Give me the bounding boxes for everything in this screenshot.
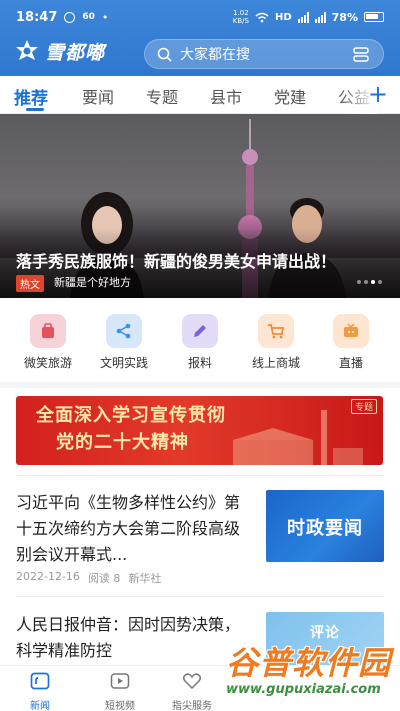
quick-entry-grid: 微笑旅游 文明实践 报料 线上商城 直播 (0, 298, 400, 382)
nav-label: 短视频 (105, 701, 135, 711)
news-source: 新华社 (128, 572, 162, 585)
app-name: 雪都嘟 (45, 42, 106, 64)
promo-text: 全面深入学习宣传贯彻 党的二十大精神 (36, 402, 226, 456)
quick-entry-mall[interactable]: 线上商城 (241, 314, 311, 371)
list-divider (16, 475, 384, 476)
section-divider (0, 382, 400, 388)
share-icon (106, 314, 142, 348)
news-title[interactable]: 人民日报仲音：因时因势决策，科学精准防控 (16, 612, 252, 664)
watermark-url: www.gupuxiazai.com (226, 682, 381, 697)
quick-entry-label: 直播 (338, 356, 363, 370)
tab-counties[interactable]: 县市 (210, 84, 242, 108)
promo-line-2: 党的二十大精神 (56, 432, 189, 453)
banner-title[interactable]: 落手秀民族服饰！新疆的俊男美女申请出战！ (16, 248, 336, 272)
dot-icon: • (101, 10, 109, 24)
battery-text: 78% (331, 10, 358, 24)
banner-subtitle: 新疆是个好地方 (54, 276, 131, 289)
tab-topics[interactable]: 专题 (146, 84, 178, 108)
news-reads: 阅读 8 (87, 572, 121, 585)
luggage-icon (30, 314, 66, 348)
news-title[interactable]: 习近平向《生物多样性公约》第十五次缔约方大会第二阶段高级别会议开幕式... (16, 490, 252, 568)
speed-value: 1.02 (233, 9, 249, 17)
nav-news[interactable]: 新闻 (10, 672, 70, 711)
nav-services[interactable]: 指尖服务 (162, 672, 222, 711)
wifi-icon (255, 12, 269, 22)
news-icon (30, 672, 50, 690)
quick-entry-live[interactable]: 直播 (316, 314, 386, 371)
search-placeholder: 大家都在搜 (180, 47, 250, 63)
tv-icon (333, 314, 369, 348)
watermark-text: 谷普软件园 (226, 644, 392, 682)
tab-headlines[interactable]: 要闻 (82, 84, 114, 108)
signal-2-icon (314, 11, 326, 23)
cart-icon (258, 314, 294, 348)
video-icon (110, 673, 130, 689)
status-bar: 18:47 60 • 1.02 KB/S HD 78% (0, 0, 400, 34)
heart-icon (182, 673, 202, 690)
news-item[interactable]: 习近平向《生物多样性公约》第十五次缔约方大会第二阶段高级别会议开幕式... 20… (16, 490, 384, 586)
promo-banner[interactable]: 全面深入学习宣传贯彻 党的二十大精神 专题 (16, 396, 383, 465)
search-bar[interactable]: 大家都在搜 (144, 39, 384, 69)
quick-entry-travel[interactable]: 微笑旅游 (13, 314, 83, 371)
promo-line-1: 全面深入学习宣传贯彻 (36, 405, 226, 426)
hot-tag: 热文 (16, 275, 44, 292)
nav-short-video[interactable]: 短视频 (90, 672, 150, 711)
pen-icon (182, 314, 218, 348)
news-thumbnail[interactable]: 时政要闻 (266, 490, 384, 562)
hero-banner[interactable]: 落手秀民族服饰！新疆的俊男美女申请出战！ 热文 新疆是个好地方 (0, 114, 400, 298)
active-tab-indicator (26, 108, 44, 111)
quick-entry-label: 报料 (187, 356, 212, 370)
quick-entry-civilization[interactable]: 文明实践 (89, 314, 159, 371)
tab-recommend[interactable]: 推荐 (14, 84, 48, 109)
hd-badge-icon: 60 (82, 12, 95, 22)
tab-party[interactable]: 党建 (274, 84, 306, 108)
battery-icon (364, 12, 384, 22)
snowflake-logo-icon (16, 39, 38, 60)
great-hall-icon (233, 410, 363, 465)
carousel-dots (357, 280, 382, 284)
quick-entry-label: 微笑旅游 (23, 356, 72, 370)
nav-label: 指尖服务 (172, 701, 212, 711)
app-header: 雪都嘟 大家都在搜 (0, 38, 400, 70)
alarm-icon (64, 11, 76, 23)
hd-label: HD (274, 11, 292, 23)
quick-entry-label: 文明实践 (99, 356, 148, 370)
scan-icon[interactable] (353, 47, 369, 62)
thumb-title: 时政要闻 (287, 518, 363, 539)
plus-icon[interactable]: + (368, 81, 388, 107)
list-divider (16, 596, 384, 597)
top-bar: 18:47 60 • 1.02 KB/S HD 78% 雪都嘟 大家都在搜 (0, 0, 400, 76)
signal-icon (297, 11, 309, 23)
quick-entry-label: 线上商城 (251, 356, 300, 370)
promo-tag: 专题 (350, 399, 377, 414)
news-date: 2022-12-16 (16, 570, 80, 583)
app-logo[interactable]: 雪都嘟 (14, 38, 105, 65)
quick-entry-report[interactable]: 报料 (165, 314, 235, 371)
site-watermark: 谷普软件园 www.gupuxiazai.com (222, 638, 398, 710)
news-meta: 2022-12-16 阅读 8 新华社 (16, 570, 161, 586)
channel-tabs: 推荐 要闻 专题 县市 党建 公益 + (0, 76, 400, 114)
network-speed: 1.02 KB/S (233, 9, 249, 25)
nav-label: 新闻 (30, 701, 50, 711)
status-time: 18:47 (16, 9, 58, 25)
search-icon (157, 47, 172, 62)
speed-unit: KB/S (232, 17, 249, 25)
